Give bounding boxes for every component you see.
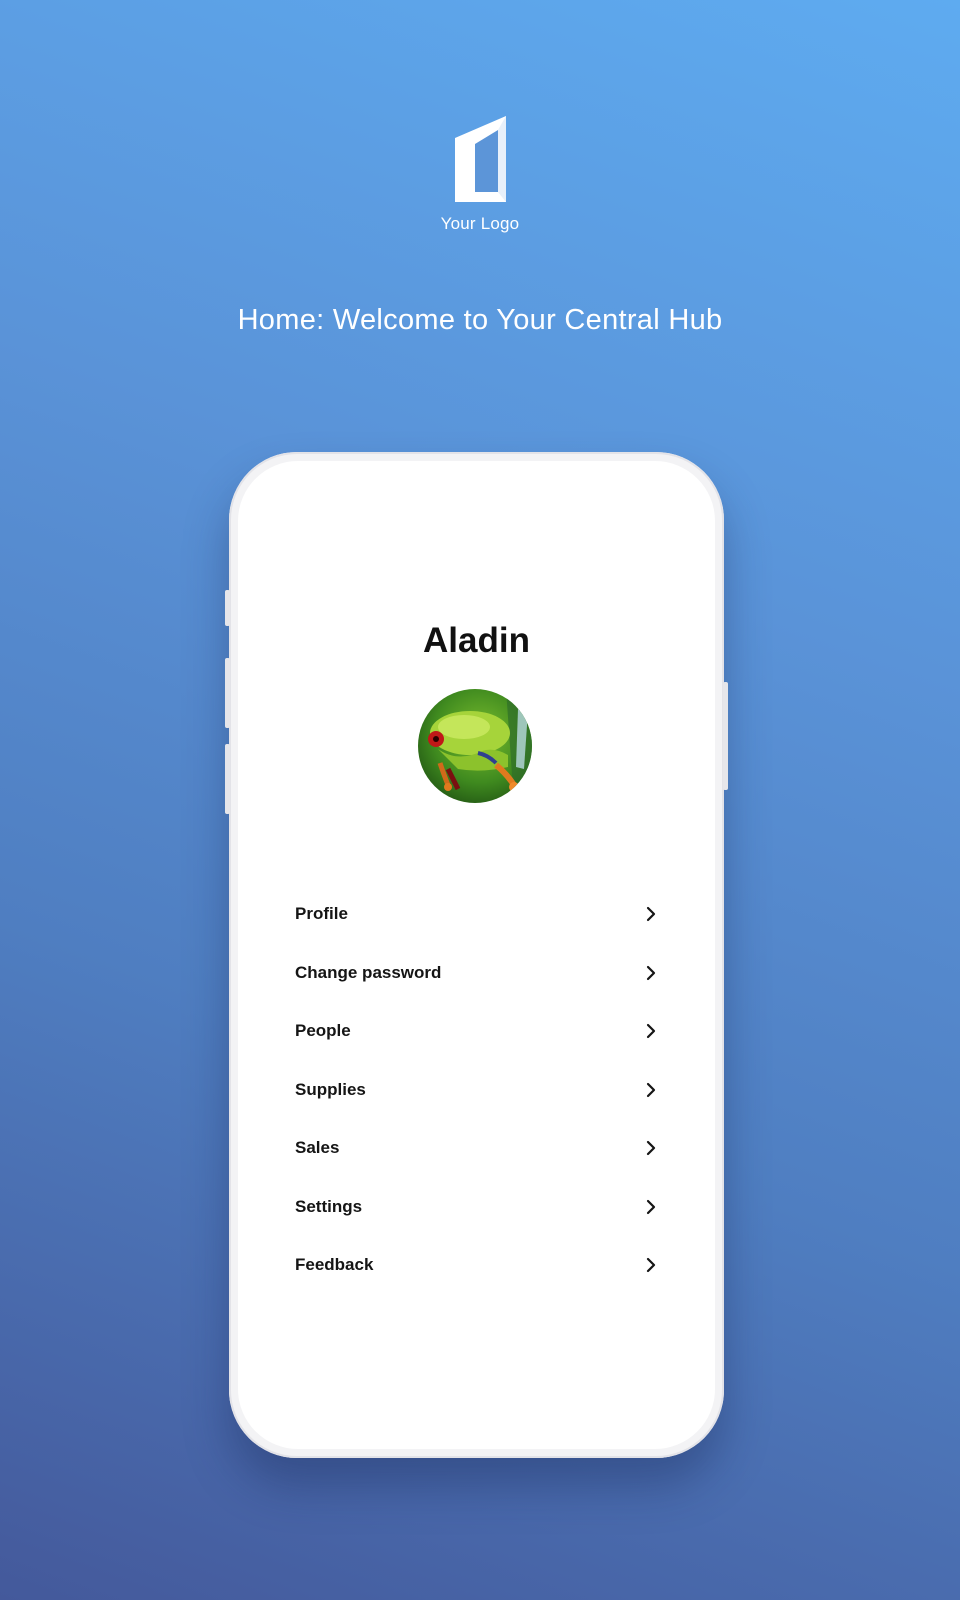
phone-volume-down-button [225,744,230,814]
door-logo-icon [455,116,506,202]
settings-menu: Profile Change password People Supplies [295,885,658,1295]
chevron-right-icon [644,906,658,922]
logo-text: Your Logo [440,214,520,233]
chevron-right-icon [644,1257,658,1273]
page-headline: Home: Welcome to Your Central Hub [237,304,723,336]
menu-item-label: Profile [295,904,348,924]
phone-side-button [225,590,230,626]
menu-item-profile[interactable]: Profile [295,885,658,944]
chevron-right-icon [644,1082,658,1098]
phone-volume-up-button [225,658,230,728]
menu-item-label: Sales [295,1138,340,1158]
menu-item-label: Supplies [295,1079,366,1099]
avatar[interactable] [418,689,532,803]
menu-item-supplies[interactable]: Supplies [295,1061,658,1120]
user-name: Aladin [423,621,530,660]
chevron-right-icon [644,965,658,981]
menu-item-label: People [295,1021,351,1041]
frog-avatar-image [418,689,532,803]
phone-power-button [723,682,728,790]
menu-item-label: Settings [295,1196,363,1216]
phone-screen: Aladin Profile Change password People Su… [238,461,715,1449]
menu-item-settings[interactable]: Settings [295,1178,658,1237]
menu-item-feedback[interactable]: Feedback [295,1236,658,1295]
chevron-right-icon [644,1199,658,1215]
menu-item-people[interactable]: People [295,1002,658,1061]
chevron-right-icon [644,1023,658,1039]
phone-mockup: Aladin Profile Change password People Su… [225,452,728,1458]
chevron-right-icon [644,1140,658,1156]
brand-logo: Your Logo [0,112,960,234]
menu-item-sales[interactable]: Sales [295,1119,658,1178]
menu-item-label: Feedback [295,1255,374,1275]
menu-item-change-password[interactable]: Change password [295,944,658,1003]
menu-item-label: Change password [295,962,442,982]
